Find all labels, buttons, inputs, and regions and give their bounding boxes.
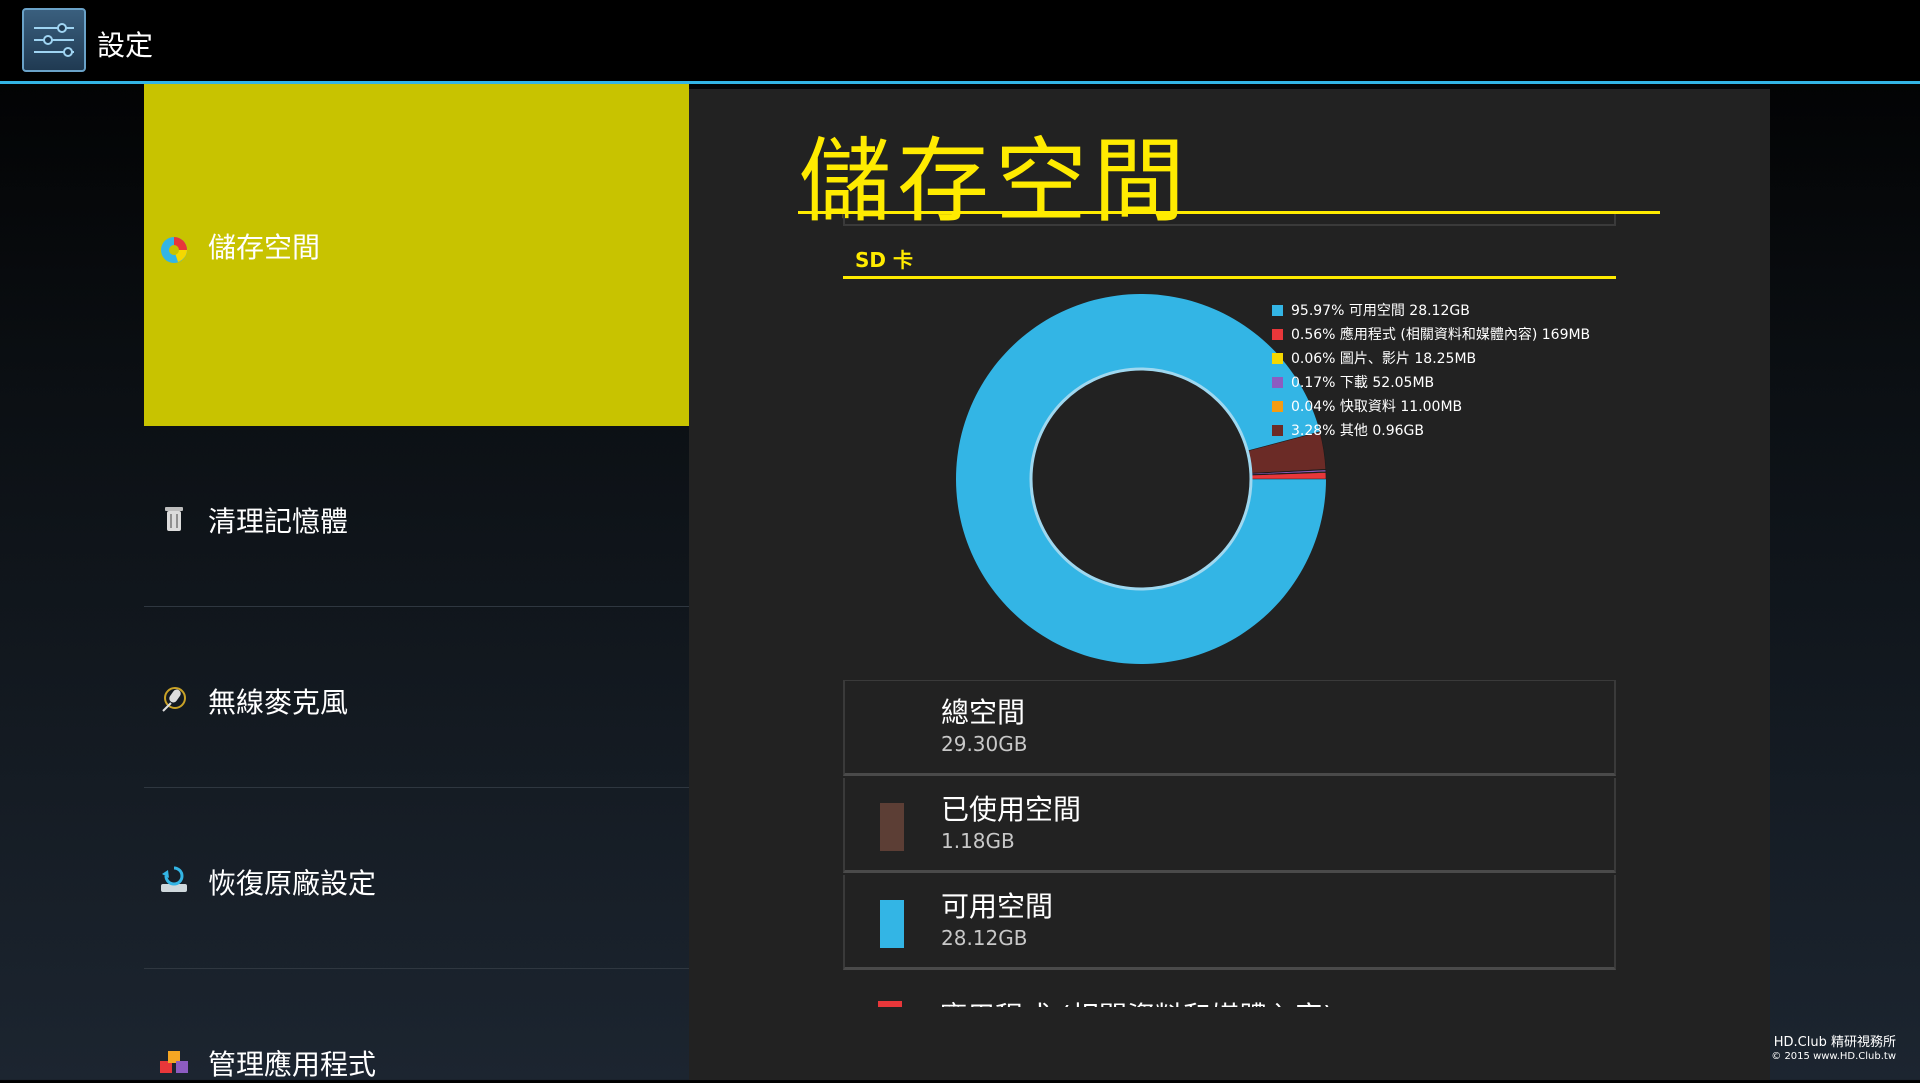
stat-row-available[interactable]: 可用空間 28.12GB: [843, 875, 1616, 970]
storage-pie-icon: [161, 237, 187, 263]
legend-item: 95.97% 可用空間 28.12GB: [1272, 298, 1590, 322]
legend-label: 0.04% 快取資料 11.00MB: [1291, 399, 1463, 415]
apps-icon: [160, 1051, 188, 1073]
sidebar-item-factory-reset[interactable]: 恢復原廠設定: [144, 788, 689, 968]
stat-name: 應用程式 (相關資料和媒體內容): [939, 995, 1334, 1007]
used-color-swatch: [880, 803, 904, 851]
stat-value: 28.12GB: [941, 926, 1028, 950]
settings-sliders-icon[interactable]: [22, 8, 86, 72]
legend-label: 95.97% 可用空間 28.12GB: [1291, 303, 1470, 319]
donut-hole: [1029, 367, 1253, 591]
sidebar-item-label: 恢復原廠設定: [208, 867, 377, 900]
stat-name: 總空間: [941, 696, 1026, 729]
watermark-line2: © 2015 www.HD.Club.tw: [1771, 1051, 1896, 1062]
stat-value: 29.30GB: [941, 732, 1028, 756]
stat-row-total[interactable]: 總空間 29.30GB: [843, 681, 1616, 776]
legend-item: 0.56% 應用程式 (相關資料和媒體內容) 169MB: [1272, 322, 1590, 346]
sidebar-item-manage-apps[interactable]: 管理應用程式: [144, 969, 689, 1081]
legend-swatch: [1272, 328, 1283, 340]
legend-item: 3.28% 其他 0.96GB: [1272, 418, 1590, 442]
legend-item: 0.06% 圖片、影片 18.25MB: [1272, 346, 1590, 370]
trash-can-icon: [165, 507, 183, 531]
app-title: 設定: [97, 29, 154, 62]
legend-item: 0.04% 快取資料 11.00MB: [1272, 394, 1590, 418]
legend-item: 0.17% 下載 52.05MB: [1272, 370, 1590, 394]
storage-panel: 儲存空間 SD 卡 95.97% 可用空間 28.12GB 0.56% 應用程式 …: [689, 89, 1770, 1080]
section-header: SD 卡: [855, 248, 913, 272]
sidebar-item-storage[interactable]: 儲存空間: [144, 84, 689, 426]
section-underline: [843, 276, 1616, 279]
legend-label: 0.06% 圖片、影片 18.25MB: [1291, 351, 1477, 367]
legend-label: 0.56% 應用程式 (相關資料和媒體內容) 169MB: [1291, 327, 1591, 343]
legend-swatch: [1272, 400, 1283, 412]
previous-row-edge: [843, 214, 1616, 226]
watermark-line1: HD.Club 精研視務所: [1773, 1035, 1896, 1050]
legend-swatch: [1272, 304, 1283, 316]
stat-value: 1.18GB: [941, 829, 1015, 853]
factory-reset-icon: [161, 866, 187, 892]
microphone-icon: [162, 687, 186, 712]
apps-color-swatch: [878, 1001, 902, 1007]
sidebar-item-clean-memory[interactable]: 清理記憶體: [144, 426, 689, 606]
stat-name: 可用空間: [941, 890, 1054, 923]
legend-swatch: [1272, 376, 1283, 388]
sidebar-item-label: 儲存空間: [208, 231, 321, 264]
legend-label: 0.17% 下載 52.05MB: [1291, 375, 1435, 391]
sidebar-item-label: 管理應用程式: [208, 1048, 377, 1081]
legend-swatch: [1272, 424, 1283, 436]
sidebar: 儲存空間 清理記憶體 無線麥克風 恢復原廠設定 管理應用程式: [144, 84, 689, 1081]
sidebar-item-label: 無線麥克風: [208, 686, 349, 719]
legend-label: 3.28% 其他 0.96GB: [1291, 423, 1424, 439]
legend-swatch: [1272, 352, 1283, 364]
stat-row-apps-partial[interactable]: 應用程式 (相關資料和媒體內容): [843, 989, 1616, 1007]
stat-row-used[interactable]: 已使用空間 1.18GB: [843, 778, 1616, 873]
sidebar-item-wireless-mic[interactable]: 無線麥克風: [144, 607, 689, 787]
action-bar: 設定: [0, 0, 1920, 81]
sidebar-item-label: 清理記憶體: [208, 505, 349, 538]
stat-name: 已使用空間: [941, 793, 1082, 826]
available-color-swatch: [880, 900, 904, 948]
chart-legend: 95.97% 可用空間 28.12GB 0.56% 應用程式 (相關資料和媒體內容…: [1272, 298, 1590, 442]
watermark: HD.Club 精研視務所 © 2015 www.HD.Club.tw: [1771, 1036, 1896, 1064]
